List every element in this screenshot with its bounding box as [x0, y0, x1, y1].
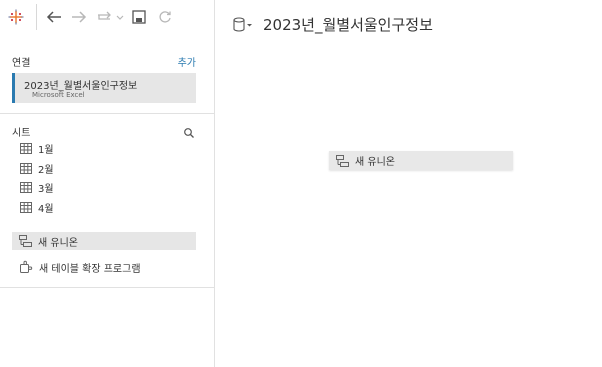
sheet-item[interactable]: 3월: [20, 179, 54, 195]
toolbar: [0, 0, 214, 34]
connection-type: Microsoft Excel: [32, 91, 85, 99]
sheet-label: 2월: [38, 164, 54, 176]
sheet-label: 3월: [38, 183, 54, 195]
union-icon: [19, 235, 32, 247]
datasource-header: 2023년_월별서울인구정보: [233, 14, 433, 35]
connection-item[interactable]: 2023년_월별서울인구정보 Microsoft Excel: [12, 73, 196, 103]
data-source-sidebar: 연결 추가 2023년_월별서울인구정보 Microsoft Excel 시트 …: [0, 0, 215, 367]
table-icon: [20, 198, 32, 217]
forward-arrow-icon[interactable]: [70, 8, 88, 26]
sheet-item[interactable]: 2월: [20, 160, 54, 176]
sheet-item[interactable]: 1월: [20, 140, 54, 156]
canvas-union-label: 새 유니온: [355, 157, 395, 168]
save-icon[interactable]: [131, 8, 147, 26]
sheets-title: 시트: [12, 128, 31, 139]
datasource-title[interactable]: 2023년_월별서울인구정보: [263, 14, 433, 35]
refresh-icon[interactable]: [157, 8, 173, 26]
new-table-extension-item[interactable]: 새 테이블 확장 프로그램: [19, 259, 141, 275]
divider: [0, 287, 214, 288]
new-union-label: 새 유니온: [38, 237, 78, 249]
add-connection-link[interactable]: 추가: [178, 54, 196, 69]
table-extension-icon: [19, 260, 33, 274]
new-union-item[interactable]: 새 유니온: [12, 232, 196, 250]
canvas-new-union[interactable]: 새 유니온: [329, 151, 513, 170]
table-icon: [20, 139, 32, 158]
connections-title: 연결: [12, 58, 31, 69]
datasource-cylinder-icon[interactable]: [233, 16, 253, 33]
union-icon: [336, 154, 349, 167]
search-icon[interactable]: [183, 124, 195, 138]
redo-icon[interactable]: [96, 8, 124, 26]
table-icon: [20, 159, 32, 178]
connection-name: 2023년_월별서울인구정보: [24, 81, 138, 92]
sheet-label: 4월: [38, 203, 54, 215]
new-table-extension-label: 새 테이블 확장 프로그램: [39, 263, 141, 275]
table-icon: [20, 178, 32, 197]
back-arrow-icon[interactable]: [45, 8, 63, 26]
toolbar-separator: [36, 4, 37, 30]
tableau-logo-icon[interactable]: [7, 8, 25, 26]
sheet-item[interactable]: 4월: [20, 199, 54, 215]
divider: [0, 113, 214, 114]
sheet-label: 1월: [38, 144, 54, 156]
